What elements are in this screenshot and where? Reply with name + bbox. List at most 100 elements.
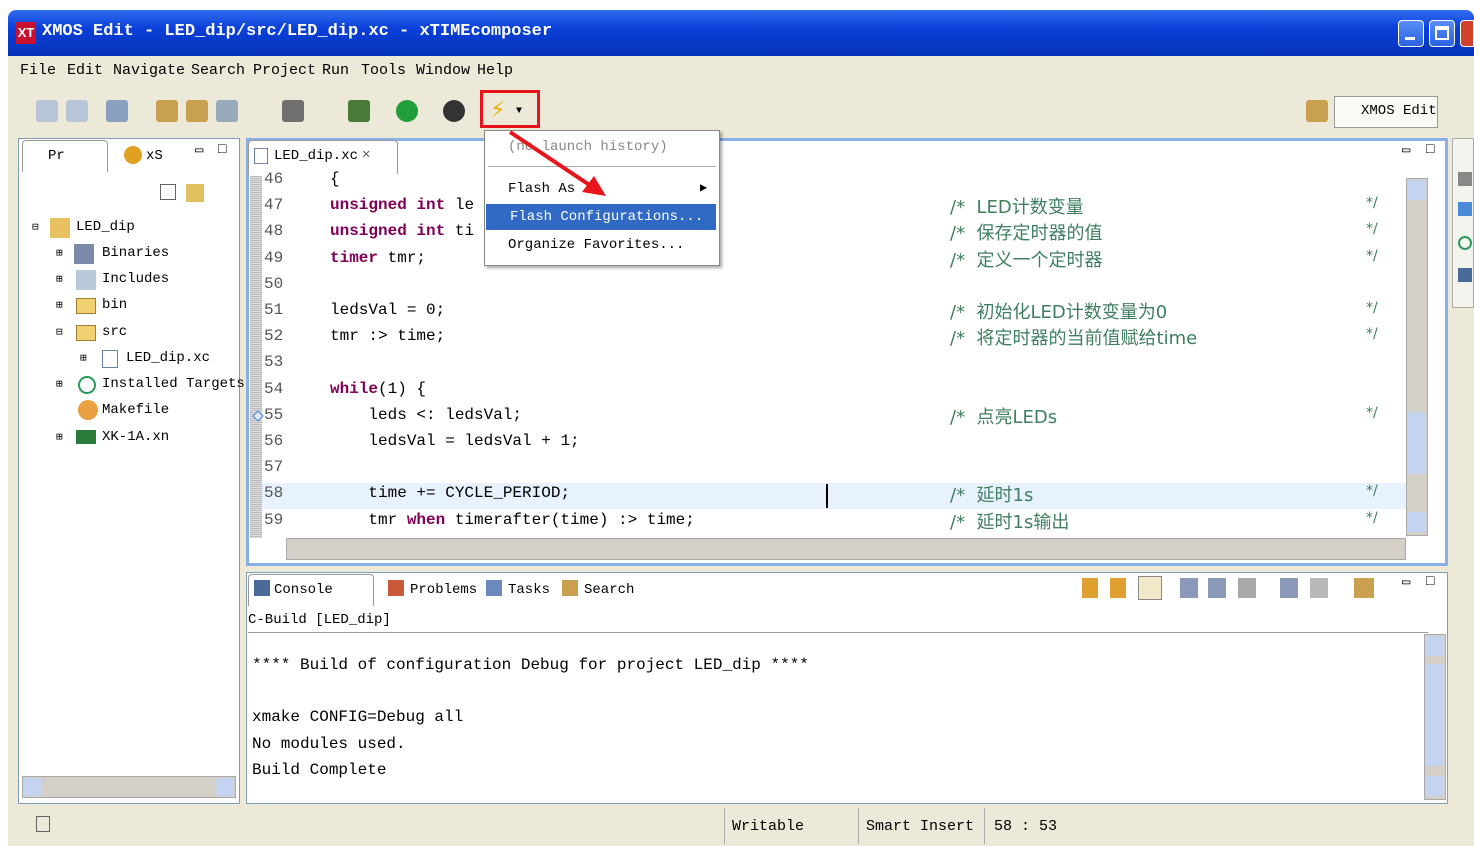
scroll-down-icon[interactable]	[1426, 776, 1444, 796]
menu-item-flash-configurations[interactable]: Flash Configurations...	[486, 204, 716, 230]
menu-project[interactable]: Project	[253, 62, 316, 79]
save-icon[interactable]	[36, 100, 58, 122]
menu-tools[interactable]: Tools	[361, 62, 406, 79]
previous-icon[interactable]	[1110, 578, 1126, 598]
maximize-panel-icon[interactable]: □	[218, 142, 226, 158]
tree-item-bin[interactable]: bin	[102, 297, 127, 313]
expand-icon[interactable]: ⊞	[56, 377, 63, 391]
line-number: 57	[264, 458, 284, 476]
tab-search[interactable]: Search	[584, 582, 634, 598]
code-line[interactable]: ledsVal = ledsVal + 1;	[330, 432, 579, 450]
tree-item-src[interactable]: src	[102, 324, 127, 340]
code-line[interactable]: unsigned int ti	[330, 222, 474, 240]
tree-item-makefile[interactable]: Makefile	[102, 402, 169, 418]
code-line[interactable]: leds <: ledsVal;	[330, 406, 522, 424]
flash-icon[interactable]: ⚡	[490, 98, 505, 123]
tree-horizontal-scrollbar[interactable]	[22, 776, 236, 798]
code-line[interactable]: timer tmr;	[330, 249, 426, 267]
code-line[interactable]: while(1) {	[330, 380, 426, 398]
build-icon[interactable]	[282, 100, 304, 122]
profile-icon[interactable]	[443, 100, 465, 122]
close-button[interactable]	[1460, 20, 1474, 47]
scroll-down-icon[interactable]	[1408, 512, 1426, 532]
tab-label-xs[interactable]: xS	[146, 148, 163, 164]
minimize-editor-icon[interactable]: ▭	[1402, 142, 1410, 159]
editor-vertical-scrollbar[interactable]	[1406, 178, 1428, 536]
display-console-icon[interactable]	[1310, 578, 1328, 598]
open-project-icon[interactable]	[186, 100, 208, 122]
fast-view-icon[interactable]	[36, 816, 50, 832]
code-line[interactable]: time += CYCLE_PERIOD;	[330, 484, 570, 502]
menu-search[interactable]: Search	[191, 62, 245, 79]
code-line[interactable]: ledsVal = 0;	[330, 301, 445, 319]
expand-icon[interactable]: ⊞	[56, 272, 63, 286]
tree-item-binaries[interactable]: Binaries	[102, 245, 169, 261]
tree-item-led-dip-xc[interactable]: LED_dip.xc	[126, 350, 210, 366]
expand-icon[interactable]: ⊟	[32, 220, 39, 234]
scroll-thumb[interactable]	[1426, 664, 1444, 766]
perspective-button[interactable]: XMOS Edit	[1334, 96, 1438, 128]
editor-horizontal-scrollbar[interactable]	[286, 538, 1406, 560]
tree-item-xk-1a[interactable]: XK-1A.xn	[102, 429, 169, 445]
clear-console-icon[interactable]	[1180, 578, 1198, 598]
menu-navigate[interactable]: Navigate	[113, 62, 185, 79]
menu-run[interactable]: Run	[322, 62, 349, 79]
board-icon	[76, 430, 96, 444]
target-view-icon[interactable]	[1458, 236, 1472, 250]
scroll-up-icon[interactable]	[1426, 636, 1444, 656]
minimize-console-icon[interactable]: ▭	[1402, 574, 1410, 591]
menu-help[interactable]: Help	[477, 62, 513, 79]
code-line[interactable]: {	[330, 170, 340, 188]
next-icon[interactable]	[1082, 578, 1098, 598]
tree-item-led-dip[interactable]: LED_dip	[76, 219, 135, 235]
flash-dropdown-icon[interactable]: ▼	[516, 106, 522, 117]
tree-item-includes[interactable]: Includes	[102, 271, 169, 287]
link-icon[interactable]	[1138, 576, 1162, 600]
code-line[interactable]: tmr when timerafter(time) :> time;	[330, 511, 694, 529]
maximize-editor-icon[interactable]: □	[1426, 142, 1434, 158]
menu-edit[interactable]: Edit	[67, 62, 103, 79]
link-editor-icon[interactable]	[186, 184, 204, 202]
menu-file[interactable]: File	[20, 62, 56, 79]
tab-problems[interactable]: Problems	[410, 582, 477, 598]
hierarchy-icon[interactable]	[1458, 202, 1472, 216]
scroll-left-icon[interactable]	[24, 778, 42, 796]
tasks-icon	[486, 580, 502, 596]
new-project-icon[interactable]	[156, 100, 178, 122]
collapse-all-icon[interactable]	[160, 184, 176, 200]
console-divider	[248, 632, 1428, 633]
new-console-icon[interactable]	[1354, 578, 1374, 598]
expand-icon[interactable]: ⊞	[56, 430, 63, 444]
scroll-right-icon[interactable]	[216, 778, 234, 796]
outline-icon[interactable]	[1458, 172, 1472, 186]
tree-item-installed-targets[interactable]: Installed Targets	[102, 376, 245, 392]
expand-icon[interactable]: ⊞	[56, 246, 63, 260]
maximize-console-icon[interactable]: □	[1426, 574, 1434, 590]
tab-project-explorer[interactable]	[22, 140, 108, 172]
maximize-button[interactable]	[1429, 20, 1455, 47]
scroll-thumb[interactable]	[1408, 412, 1426, 474]
minimize-panel-icon[interactable]: ▭	[195, 142, 203, 159]
expand-icon[interactable]: ⊞	[56, 298, 63, 312]
code-line[interactable]: tmr :> time;	[330, 327, 445, 345]
remove-launch-icon[interactable]	[1238, 578, 1256, 598]
close-icon[interactable]: ✕	[362, 146, 370, 163]
code-line[interactable]: unsigned int le	[330, 196, 474, 214]
pin-console-icon[interactable]	[1280, 578, 1298, 598]
menu-item-organize-favorites[interactable]: Organize Favorites...	[484, 232, 720, 258]
scroll-up-icon[interactable]	[1408, 180, 1426, 200]
scroll-lock-icon[interactable]	[1208, 578, 1226, 598]
new-file-icon[interactable]	[216, 100, 238, 122]
expand-icon[interactable]: ⊞	[80, 351, 87, 365]
minimize-button[interactable]	[1398, 20, 1424, 47]
print-icon[interactable]	[106, 100, 128, 122]
open-perspective-icon[interactable]	[1306, 100, 1328, 122]
save-all-icon[interactable]	[66, 100, 88, 122]
expand-icon[interactable]: ⊟	[56, 325, 63, 339]
run-icon[interactable]	[396, 100, 418, 122]
menu-window[interactable]: Window	[416, 62, 470, 79]
status-insert-mode: Smart Insert	[866, 818, 975, 835]
tab-tasks[interactable]: Tasks	[508, 582, 550, 598]
debug-icon[interactable]	[348, 100, 370, 122]
tasks-view-icon[interactable]	[1458, 268, 1472, 282]
